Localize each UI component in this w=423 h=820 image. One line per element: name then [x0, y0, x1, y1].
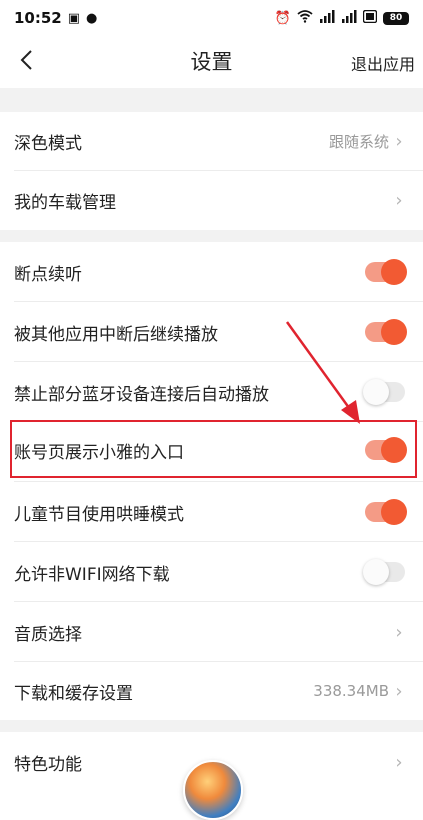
toggle-knob [381, 499, 407, 525]
resume-playback-row: 断点续听 [0, 242, 423, 302]
status-bar: 10:52 ▣ ● ⏰ 80 [0, 0, 423, 36]
row-label: 被其他应用中断后继续播放 [14, 324, 218, 345]
row-label: 下载和缓存设置 [14, 683, 133, 704]
wifi-icon [297, 10, 313, 26]
section-separator [0, 230, 423, 242]
dark-mode-row[interactable]: 深色模式 跟随系统 › [0, 112, 423, 170]
row-label: 断点续听 [14, 264, 82, 285]
row-value: 338.34MB [313, 682, 389, 700]
signal-icon [341, 10, 357, 26]
row-label: 音质选择 [14, 624, 82, 645]
nav-bar: 设置 退出应用 [0, 36, 423, 86]
alarm-icon: ⏰ [274, 10, 291, 26]
section-separator [0, 720, 423, 732]
car-management-row[interactable]: 我的车载管理 › [0, 171, 423, 230]
sim-icon: ▣ [67, 10, 81, 26]
toggle-knob [381, 319, 407, 345]
back-icon[interactable] [14, 48, 38, 72]
audio-quality-row[interactable]: 音质选择 › [0, 602, 423, 662]
toggle-knob [381, 259, 407, 285]
section-separator [0, 88, 423, 112]
continue-after-interrupt-row: 被其他应用中断后继续播放 [0, 302, 423, 362]
chevron-right-icon: › [395, 190, 403, 211]
toggle-knob [363, 379, 389, 405]
chevron-right-icon: › [395, 621, 403, 643]
row-label: 允许非WIFI网络下载 [14, 564, 170, 585]
row-label: 儿童节目使用哄睡模式 [14, 504, 184, 525]
floating-avatar-button[interactable] [183, 760, 243, 820]
exit-app-button[interactable]: 退出应用 [351, 51, 415, 75]
battery-icon: 80 [383, 11, 409, 25]
kids-sleep-mode-toggle[interactable] [365, 499, 407, 525]
status-time: 10:52 [14, 9, 62, 27]
row-label: 我的车载管理 [14, 193, 116, 213]
bluetooth-autoplay-row: 禁止部分蓝牙设备连接后自动播放 [0, 362, 423, 422]
message-icon: ● [86, 10, 98, 26]
row-value: 跟随系统 [328, 132, 389, 151]
chevron-right-icon: › [395, 751, 403, 773]
annotation-highlight-box [10, 420, 417, 478]
row-label: 禁止部分蓝牙设备连接后自动播放 [14, 384, 269, 405]
non-wifi-download-row: 允许非WIFI网络下载 [0, 542, 423, 602]
chevron-right-icon: › [395, 680, 403, 702]
signal-icon [319, 10, 335, 26]
non-wifi-download-toggle[interactable] [363, 559, 405, 585]
row-label: 深色模式 [14, 133, 82, 154]
data-icon [362, 9, 378, 26]
toggle-knob [363, 559, 389, 585]
chevron-right-icon: › [395, 130, 403, 152]
download-cache-row[interactable]: 下载和缓存设置 338.34MB › [0, 662, 423, 720]
continue-after-interrupt-toggle[interactable] [365, 319, 407, 345]
resume-playback-toggle[interactable] [365, 259, 407, 285]
bluetooth-autoplay-toggle[interactable] [363, 379, 405, 405]
kids-sleep-mode-row: 儿童节目使用哄睡模式 [0, 482, 423, 542]
page-title: 设置 [190, 50, 233, 74]
